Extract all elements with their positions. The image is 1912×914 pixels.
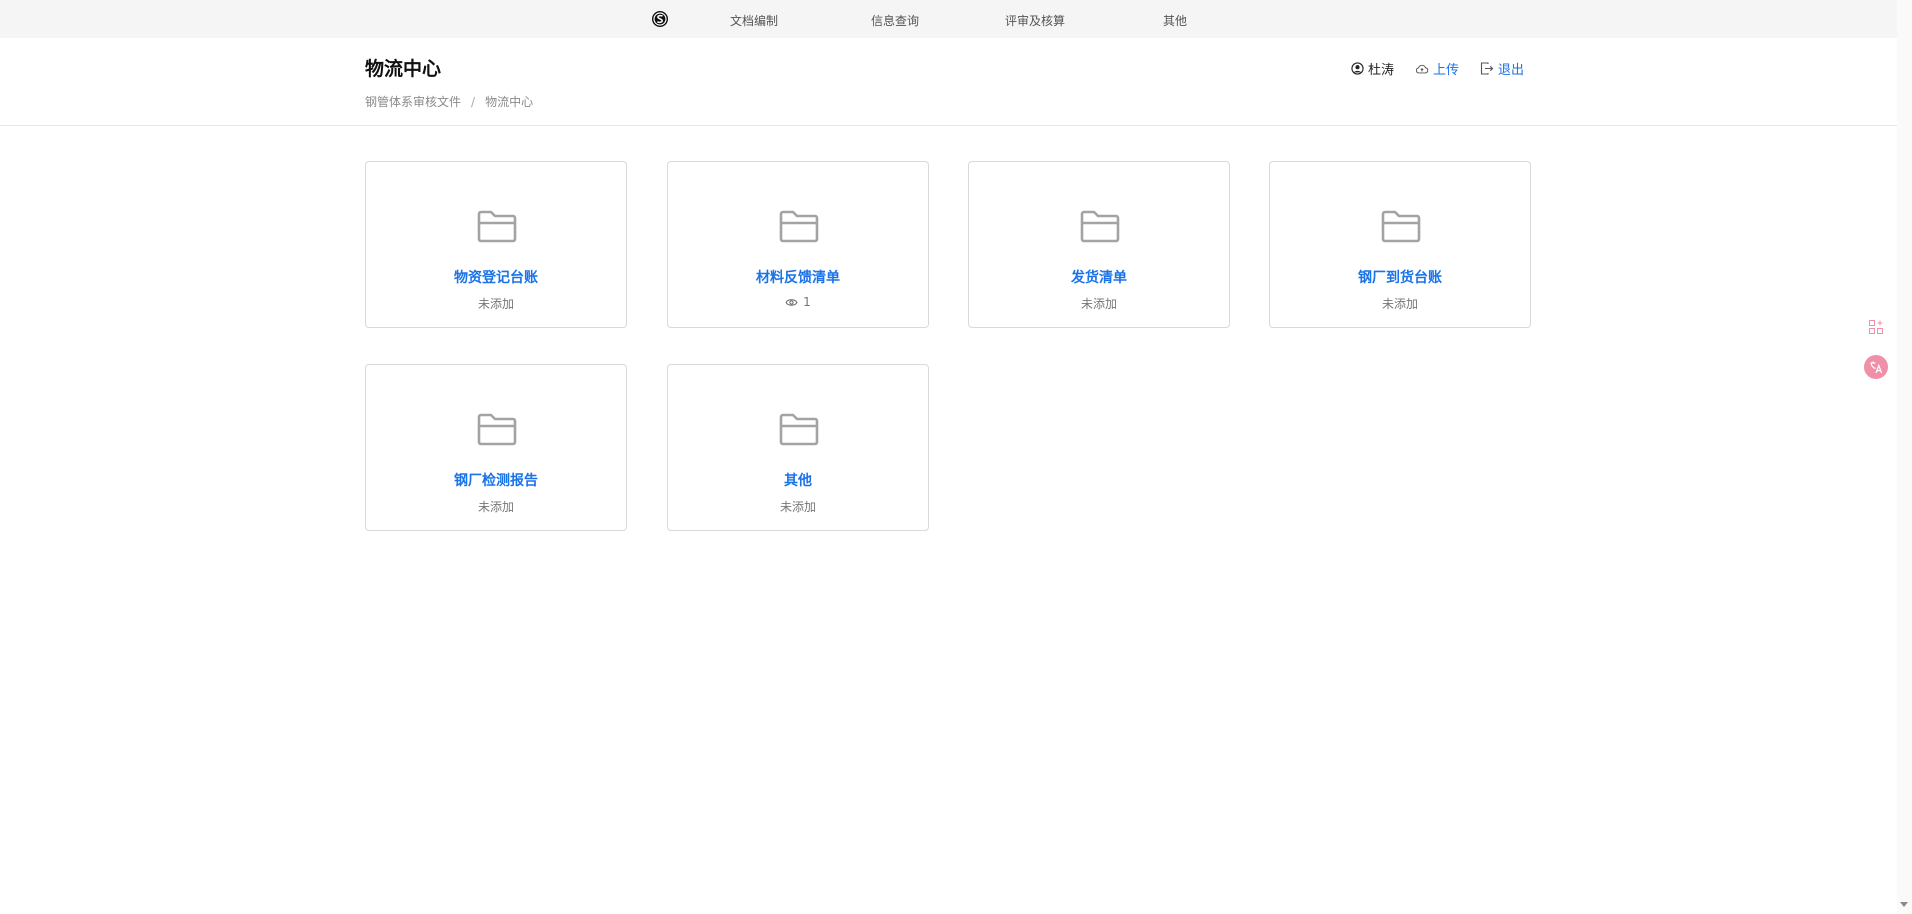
folder-icon [779,210,819,243]
card-title: 发货清单 [1071,270,1127,286]
card-status: 未添加 [969,295,1229,312]
folder-card-material-ledger[interactable]: 物资登记台账 未添加 [365,161,627,328]
breadcrumb-root[interactable]: 钢管体系审核文件 [365,95,461,109]
folder-card-mill-test-report[interactable]: 钢厂检测报告 未添加 [365,364,627,531]
card-status-text: 未添加 [477,500,514,514]
eye-icon [785,298,798,306]
card-status: 1 [668,295,928,309]
upload-button[interactable]: 上传 [1415,59,1459,78]
user-info[interactable]: 杜涛 [1351,59,1394,78]
card-status-text: 未添加 [477,297,514,311]
page-title: 物流中心 [365,58,442,80]
card-status-text: 未添加 [1381,297,1418,311]
user-name: 杜涛 [1368,63,1395,78]
logout-label: 退出 [1498,63,1525,78]
folder-card-material-feedback[interactable]: 材料反馈清单 1 [667,161,929,328]
card-title: 材料反馈清单 [756,270,840,286]
top-nav: 文档编制 信息查询 评审及核算 其他 [0,0,1897,39]
breadcrumb: 钢管体系审核文件 / 物流中心 [365,93,533,110]
breadcrumb-current: 物流中心 [485,95,534,109]
folder-card-other[interactable]: 其他 未添加 [667,364,929,531]
folder-card-shipping-list[interactable]: 发货清单 未添加 [968,161,1230,328]
card-status-text: 未添加 [1080,297,1117,311]
logo-icon[interactable] [651,10,669,28]
card-title: 钢厂检测报告 [454,473,538,489]
translate-icon[interactable] [1864,355,1888,379]
apps-add-icon[interactable] [1864,315,1888,339]
folder-icon [779,413,819,446]
page-header: 物流中心 钢管体系审核文件 / 物流中心 杜涛 上传 退出 [0,38,1897,126]
user-icon [1351,62,1364,75]
breadcrumb-separator: / [471,95,476,109]
folder-icon [477,413,517,446]
folder-icon [1080,210,1120,243]
logout-icon [1480,62,1494,75]
upload-label: 上传 [1433,63,1460,78]
cloud-upload-icon [1415,64,1429,73]
folder-icon [1381,210,1421,243]
card-status: 未添加 [1270,295,1530,312]
card-status: 未添加 [366,295,626,312]
view-count: 1 [803,295,811,309]
card-title: 物资登记台账 [454,270,538,286]
page-scrollbar[interactable] [1897,0,1912,914]
folder-card-mill-arrival-ledger[interactable]: 钢厂到货台账 未添加 [1269,161,1531,328]
nav-item-document-editing[interactable]: 文档编制 [730,12,778,29]
card-status: 未添加 [366,498,626,515]
nav-item-info-query[interactable]: 信息查询 [871,12,919,29]
card-title: 其他 [784,473,812,489]
nav-item-other[interactable]: 其他 [1163,12,1187,29]
folder-icon [477,210,517,243]
card-title: 钢厂到货台账 [1358,270,1442,286]
card-status-text: 未添加 [779,500,816,514]
logout-button[interactable]: 退出 [1480,59,1524,78]
scroll-down-arrow[interactable] [1900,902,1908,907]
nav-item-review-accounting[interactable]: 评审及核算 [1005,12,1065,29]
card-status: 未添加 [668,498,928,515]
